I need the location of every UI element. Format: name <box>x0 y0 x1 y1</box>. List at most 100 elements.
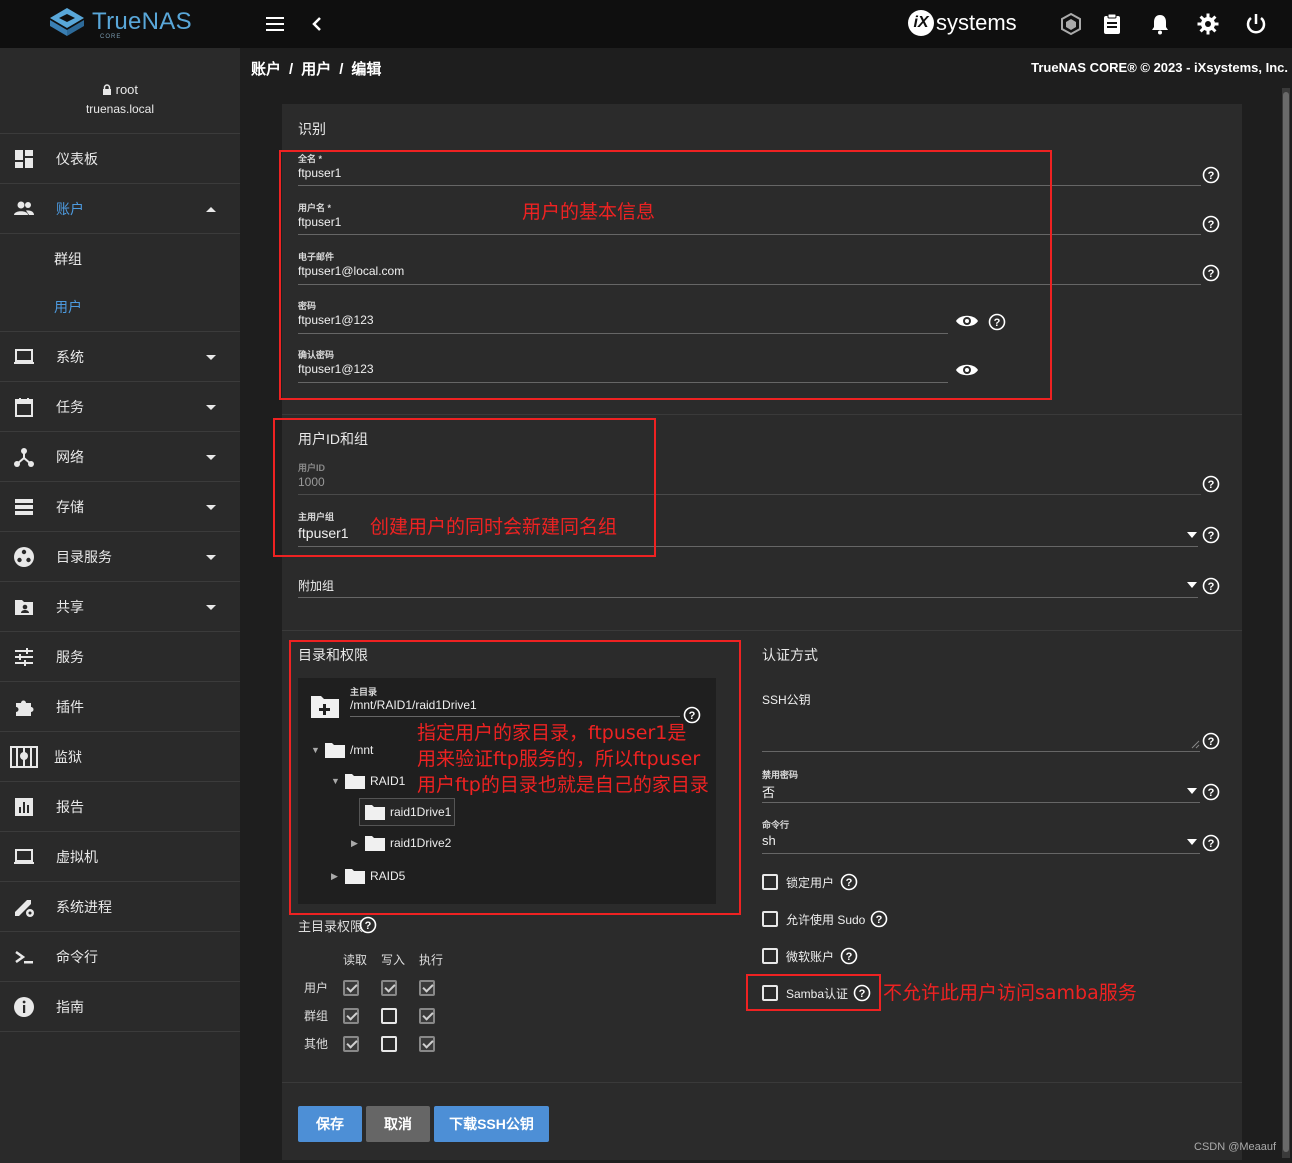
help-icon[interactable]: ? <box>1202 783 1220 801</box>
computer-icon <box>14 848 34 864</box>
sidebar-item-accounts[interactable]: 账户 <box>0 184 240 234</box>
save-button[interactable]: 保存 <box>298 1106 362 1142</box>
download-ssh-key-button[interactable]: 下载SSH公钥 <box>434 1106 549 1142</box>
perm-user-read-checkbox[interactable] <box>343 980 359 996</box>
bell-icon[interactable] <box>1148 12 1172 36</box>
aux-groups-select[interactable]: 附加组 <box>298 577 334 594</box>
disable-password-select[interactable]: 否 <box>762 782 775 801</box>
sidebar-item-sharing[interactable]: 共享 <box>0 582 240 632</box>
clipboard-icon[interactable] <box>1100 12 1124 36</box>
sidebar-item-dashboard[interactable]: 仪表板 <box>0 134 240 184</box>
sidebar-item-label: 服务 <box>56 648 84 665</box>
perm-other-write-checkbox[interactable] <box>381 1036 397 1052</box>
annotation-box-samba <box>746 974 881 1011</box>
user-name: root <box>0 82 240 97</box>
sidebar-item-users[interactable]: 用户 <box>0 282 240 332</box>
sidebar-item-vms[interactable]: 虚拟机 <box>0 832 240 882</box>
sidebar-item-network[interactable]: 网络 <box>0 432 240 482</box>
perm-group-exec-checkbox[interactable] <box>419 1008 435 1024</box>
shell-select[interactable]: sh <box>762 833 776 848</box>
sidebar-item-label: 账户 <box>56 200 84 217</box>
sidebar-item-directory-services[interactable]: 目录服务 <box>0 532 240 582</box>
power-icon[interactable] <box>1244 12 1268 36</box>
sidebar-item-reporting[interactable]: 报告 <box>0 782 240 832</box>
sidebar-item-storage[interactable]: 存储 <box>0 482 240 532</box>
perm-group-write-checkbox[interactable] <box>381 1008 397 1024</box>
svg-text:?: ? <box>876 914 883 926</box>
perm-other-read-checkbox[interactable] <box>343 1036 359 1052</box>
help-icon[interactable]: ? <box>1202 732 1220 750</box>
cancel-button[interactable]: 取消 <box>366 1106 430 1142</box>
shell-icon <box>15 950 33 963</box>
breadcrumb-bar: 账户 / 用户 / 编辑 TrueNAS CORE® © 2023 - iXsystem… <box>240 48 1292 88</box>
help-icon[interactable]: ? <box>1202 526 1220 544</box>
disable-password-label: 禁用密码 <box>762 770 799 780</box>
svg-text:?: ? <box>1208 170 1215 182</box>
breadcrumb-separator: / <box>339 61 344 78</box>
sidebar: root truenas.local 仪表板 账户 群组 用户 系统 任务 网络… <box>0 48 240 1163</box>
directory-icon <box>14 546 34 567</box>
scrollbar-thumb[interactable] <box>1283 92 1289 1152</box>
sidebar-item-label: 共享 <box>56 598 84 615</box>
perm-group-read-checkbox[interactable] <box>343 1008 359 1024</box>
sidebar-item-processes[interactable]: 系统进程 <box>0 882 240 932</box>
dropdown-arrow-icon[interactable] <box>1187 839 1197 845</box>
chevron-up-icon <box>206 206 216 212</box>
perm-user-exec-checkbox[interactable] <box>419 980 435 996</box>
svg-text:?: ? <box>846 877 853 889</box>
user-info: root truenas.local <box>0 48 240 134</box>
dropdown-arrow-icon[interactable] <box>1187 532 1197 538</box>
sidebar-item-shell[interactable]: 命令行 <box>0 932 240 982</box>
help-icon[interactable]: ? <box>1202 475 1220 493</box>
ssh-key-textarea[interactable] <box>762 751 1200 752</box>
host-name: truenas.local <box>85 102 155 116</box>
sidebar-item-tasks[interactable]: 任务 <box>0 382 240 432</box>
help-icon[interactable]: ? <box>1202 834 1220 852</box>
help-icon[interactable]: ? <box>870 910 888 928</box>
share-folder-icon <box>15 599 33 615</box>
help-icon[interactable]: ? <box>1202 166 1220 184</box>
copyright: TrueNAS CORE® © 2023 - iXsystems, Inc. <box>1031 60 1288 75</box>
help-icon[interactable]: ? <box>1202 264 1220 282</box>
sidebar-item-system[interactable]: 系统 <box>0 332 240 382</box>
sidebar-item-label: 命令行 <box>56 948 98 965</box>
chevron-left-icon[interactable] <box>308 13 326 35</box>
truecommand-icon[interactable] <box>1059 12 1083 36</box>
sidebar-item-label: 网络 <box>56 448 84 465</box>
breadcrumb-accounts[interactable]: 账户 <box>251 61 281 78</box>
info-icon <box>14 996 34 1017</box>
dropdown-arrow-icon[interactable] <box>1187 788 1197 794</box>
network-icon <box>14 447 34 467</box>
dropdown-arrow-icon[interactable] <box>1187 582 1197 588</box>
sidebar-item-guide[interactable]: 指南 <box>0 982 240 1032</box>
breadcrumb-users[interactable]: 用户 <box>301 61 331 78</box>
storage-icon <box>15 498 33 515</box>
perm-row-user: 用户 <box>304 981 329 995</box>
svg-text:?: ? <box>1208 736 1215 748</box>
sudo-checkbox[interactable] <box>762 911 778 927</box>
help-icon[interactable]: ? <box>840 873 858 891</box>
truenas-logo[interactable]: TrueNAS CORE <box>48 6 192 40</box>
perm-row-group: 群组 <box>304 1009 329 1023</box>
perm-other-exec-checkbox[interactable] <box>419 1036 435 1052</box>
sidebar-item-jails[interactable]: 监狱 <box>0 732 240 782</box>
sidebar-item-label: 系统 <box>56 348 84 365</box>
help-icon[interactable]: ? <box>840 947 858 965</box>
ix-mark: iX <box>908 10 934 36</box>
gear-icon[interactable] <box>1196 12 1220 36</box>
resize-handle-icon[interactable] <box>1191 740 1200 749</box>
sidebar-item-groups[interactable]: 群组 <box>0 234 240 284</box>
help-icon[interactable]: ? <box>1202 215 1220 233</box>
ssh-key-label: SSH公钥 <box>762 693 811 707</box>
svg-text:?: ? <box>1208 581 1215 593</box>
perm-user-write-checkbox[interactable] <box>381 980 397 996</box>
help-icon[interactable]: ? <box>1202 577 1220 595</box>
lock-user-checkbox[interactable] <box>762 874 778 890</box>
help-icon[interactable]: ? <box>359 916 377 934</box>
sidebar-item-label: 群组 <box>54 251 82 267</box>
menu-icon[interactable] <box>264 14 288 34</box>
microsoft-account-checkbox[interactable] <box>762 948 778 964</box>
ixsystems-brand[interactable]: iX systems <box>908 10 1017 36</box>
sidebar-item-plugins[interactable]: 插件 <box>0 682 240 732</box>
sidebar-item-services[interactable]: 服务 <box>0 632 240 682</box>
